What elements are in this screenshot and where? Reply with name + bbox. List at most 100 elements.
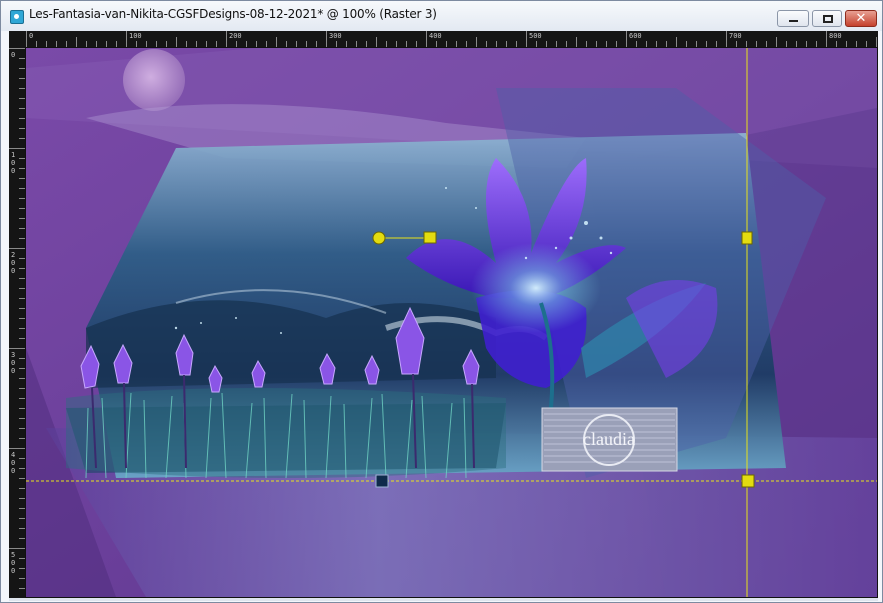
ruler-tick (686, 41, 687, 47)
ruler-tick (19, 138, 25, 139)
ruler-tick (356, 41, 357, 47)
ruler-tick (66, 41, 67, 47)
ruler-label: 400 (429, 32, 442, 40)
ruler-tick (19, 168, 25, 169)
document-window: Les-Fantasia-van-Nikita-CGSFDesigns-08-1… (0, 0, 883, 603)
ruler-tick (9, 448, 25, 449)
ruler-tick (19, 158, 25, 159)
ruler-tick (576, 37, 577, 47)
maximize-icon (813, 11, 841, 26)
ruler-tick (456, 41, 457, 47)
ruler-tick (376, 37, 377, 47)
ruler-tick (19, 188, 25, 189)
ruler-tick (19, 488, 25, 489)
ruler-tick (736, 41, 737, 47)
app-icon (10, 10, 24, 24)
ruler-tick (326, 31, 327, 47)
ruler-tick (19, 108, 25, 109)
ruler-tick (19, 398, 25, 399)
ruler-label: 400 (11, 451, 16, 475)
ruler-tick (19, 368, 25, 369)
horizontal-ruler[interactable]: 0 100 200 300 400 500 600 700 800 (25, 31, 878, 47)
ruler-tick (19, 308, 25, 309)
ruler-tick (246, 41, 247, 47)
ruler-label: 500 (11, 551, 16, 575)
ruler-tick (19, 218, 25, 219)
ruler-tick (19, 298, 25, 299)
close-button[interactable]: ✕ (845, 10, 877, 27)
ruler-tick (266, 41, 267, 47)
ruler-tick (9, 248, 25, 249)
ruler-tick (676, 37, 677, 47)
ruler-label: 0 (11, 51, 16, 59)
ruler-tick (19, 428, 25, 429)
ruler-tick (836, 41, 837, 47)
ruler-label: 600 (629, 32, 642, 40)
ruler-tick (19, 328, 25, 329)
ruler-tick (776, 37, 777, 47)
vertical-ruler[interactable]: 0 100 200 300 400 500 (9, 47, 25, 598)
ruler-tick (446, 41, 447, 47)
maximize-button[interactable] (812, 10, 842, 27)
ruler-tick (696, 41, 697, 47)
ruler-tick (396, 41, 397, 47)
ruler-tick (546, 41, 547, 47)
ruler-tick (19, 198, 25, 199)
ruler-tick (19, 68, 25, 69)
ruler-tick (176, 37, 177, 47)
ruler-tick (706, 41, 707, 47)
ruler-tick (76, 37, 77, 47)
ruler-tick (536, 41, 537, 47)
ruler-tick (19, 228, 25, 229)
ruler-tick (19, 258, 25, 259)
ruler-tick (19, 508, 25, 509)
ruler-tick (19, 528, 25, 529)
ruler-tick (406, 41, 407, 47)
ruler-tick (466, 41, 467, 47)
ruler-tick (19, 378, 25, 379)
ruler-tick (19, 408, 25, 409)
ruler-tick (36, 41, 37, 47)
ruler-tick (19, 98, 25, 99)
ruler-label: 0 (29, 32, 34, 40)
image-canvas[interactable]: claudia (26, 48, 877, 597)
ruler-tick (19, 578, 25, 579)
ruler-tick (19, 588, 25, 589)
ruler-label: 700 (729, 32, 742, 40)
ruler-tick (116, 41, 117, 47)
ruler-tick (19, 238, 25, 239)
ruler-tick (316, 41, 317, 47)
minimize-button[interactable] (777, 10, 809, 27)
ruler-tick (786, 41, 787, 47)
ruler-tick (236, 41, 237, 47)
ruler-tick (19, 278, 25, 279)
ruler-tick (366, 41, 367, 47)
title-bar[interactable]: Les-Fantasia-van-Nikita-CGSFDesigns-08-1… (1, 1, 882, 31)
close-icon: ✕ (855, 11, 867, 26)
ruler-tick (756, 41, 757, 47)
ruler-label: 100 (129, 32, 142, 40)
ruler-tick (646, 41, 647, 47)
ruler-tick (516, 41, 517, 47)
ruler-tick (656, 41, 657, 47)
ruler-tick (606, 41, 607, 47)
minimize-icon (778, 11, 808, 26)
ruler-tick (26, 31, 27, 47)
ruler-tick (476, 37, 477, 47)
ruler-tick (866, 41, 867, 47)
svg-text:claudia: claudia (583, 429, 635, 449)
ruler-tick (19, 78, 25, 79)
ruler-tick (806, 41, 807, 47)
ruler-tick (19, 118, 25, 119)
ruler-tick (586, 41, 587, 47)
ruler-tick (96, 41, 97, 47)
ruler-tick (166, 41, 167, 47)
ruler-tick (386, 41, 387, 47)
ruler-tick (256, 41, 257, 47)
ruler-tick (766, 41, 767, 47)
ruler-tick (19, 208, 25, 209)
ruler-tick (746, 41, 747, 47)
ruler-tick (436, 41, 437, 47)
ruler-label: 300 (11, 351, 16, 375)
ruler-tick (106, 41, 107, 47)
